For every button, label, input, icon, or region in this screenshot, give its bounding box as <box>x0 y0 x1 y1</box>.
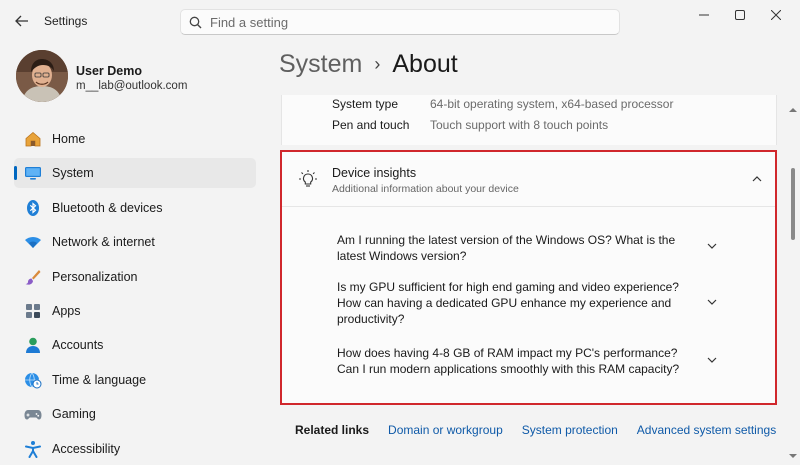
search-box[interactable] <box>180 9 620 35</box>
sidebar-item-label: Accounts <box>52 338 104 353</box>
arrow-left-icon <box>15 15 28 27</box>
link-advanced-system-settings[interactable]: Advanced system settings <box>637 423 776 437</box>
accessibility-icon <box>24 440 42 458</box>
device-insights-title: Device insights <box>332 166 417 180</box>
spec-label: Pen and touch <box>332 118 410 132</box>
search-input[interactable] <box>210 14 590 30</box>
link-domain-workgroup[interactable]: Domain or workgroup <box>388 423 503 437</box>
chevron-down-icon[interactable] <box>705 295 719 309</box>
device-insights-panel: Device insights Additional information a… <box>280 150 777 405</box>
minimize-icon <box>699 14 709 16</box>
sidebar-item-accounts[interactable]: Accounts <box>14 330 256 360</box>
breadcrumb-parent[interactable]: System <box>279 50 362 79</box>
sidebar-item-home[interactable]: Home <box>14 124 256 154</box>
spec-value: 64-bit operating system, x64-based proce… <box>430 97 674 111</box>
brush-icon <box>24 268 42 286</box>
maximize-icon <box>735 10 745 20</box>
chevron-down-icon[interactable] <box>705 353 719 367</box>
sidebar-item-label: Accessibility <box>52 441 121 456</box>
insight-question-text: Am I running the latest version of the W… <box>337 233 676 263</box>
gamepad-icon <box>24 405 42 423</box>
user-email: m__lab@outlook.com <box>76 80 188 92</box>
page-title: About <box>392 50 458 78</box>
lightbulb-icon <box>299 170 317 187</box>
chevron-up-icon[interactable] <box>750 172 764 186</box>
sidebar-item-label: System <box>52 166 94 181</box>
sidebar-item-gaming[interactable]: Gaming <box>14 399 256 429</box>
globe-clock-icon <box>24 371 42 389</box>
home-icon <box>24 130 42 148</box>
insight-question-text: Is my GPU sufficient for high end gaming… <box>337 280 679 326</box>
app-title: Settings <box>44 14 88 28</box>
close-icon <box>771 10 781 20</box>
related-links-label: Related links <box>295 423 370 437</box>
device-insights-subtitle: Additional information about your device <box>332 183 519 195</box>
breadcrumb: System › About <box>279 50 458 79</box>
user-name: User Demo <box>76 64 142 78</box>
sidebar-item-label: Apps <box>52 303 81 318</box>
related-links-bar: Related links Domain or workgroup System… <box>281 410 777 450</box>
maximize-button[interactable] <box>722 4 758 26</box>
device-insights-header[interactable]: Device insights Additional information a… <box>282 152 775 207</box>
breadcrumb-separator: › <box>374 54 381 74</box>
spec-value: Touch support with 8 touch points <box>430 118 609 132</box>
sidebar-item-label: Time & language <box>52 372 147 387</box>
link-system-protection[interactable]: System protection <box>522 423 618 437</box>
spec-label: System type <box>332 97 399 111</box>
sidebar-nav: Home System Bluetooth & devices Network … <box>14 124 256 465</box>
user-avatar-icon <box>16 50 68 102</box>
scrollbar-thumb[interactable] <box>791 168 795 240</box>
scroll-up-icon[interactable] <box>788 106 798 114</box>
sidebar-item-bluetooth[interactable]: Bluetooth & devices <box>14 193 256 223</box>
wifi-icon <box>24 233 42 251</box>
chevron-down-icon[interactable] <box>705 239 719 253</box>
scroll-down-icon[interactable] <box>788 452 798 460</box>
back-button[interactable] <box>8 8 36 34</box>
apps-icon <box>24 302 42 320</box>
minimize-button[interactable] <box>686 4 722 26</box>
device-specs-card: System type 64-bit operating system, x64… <box>281 95 777 145</box>
sidebar-item-network[interactable]: Network & internet <box>14 227 256 257</box>
sidebar-item-label: Home <box>52 132 86 146</box>
sidebar-item-personalization[interactable]: Personalization <box>14 262 256 292</box>
sidebar-item-time-language[interactable]: Time & language <box>14 365 256 395</box>
system-icon <box>24 164 42 182</box>
insight-question-text: How does having 4-8 GB of RAM impact my … <box>337 346 680 376</box>
sidebar-item-accessibility[interactable]: Accessibility <box>14 434 256 464</box>
search-icon <box>189 16 202 28</box>
sidebar-item-label: Gaming <box>52 407 96 422</box>
sidebar-item-label: Network & internet <box>52 235 155 250</box>
sidebar-item-label: Personalization <box>52 269 138 284</box>
sidebar-item-system[interactable]: System <box>14 158 256 189</box>
sidebar-item-apps[interactable]: Apps <box>14 296 256 326</box>
avatar <box>16 50 68 102</box>
bluetooth-icon <box>24 199 42 217</box>
title-bar: Settings <box>0 0 800 40</box>
accounts-icon <box>24 336 42 354</box>
close-button[interactable] <box>758 4 794 26</box>
sidebar-item-label: Bluetooth & devices <box>52 200 163 215</box>
